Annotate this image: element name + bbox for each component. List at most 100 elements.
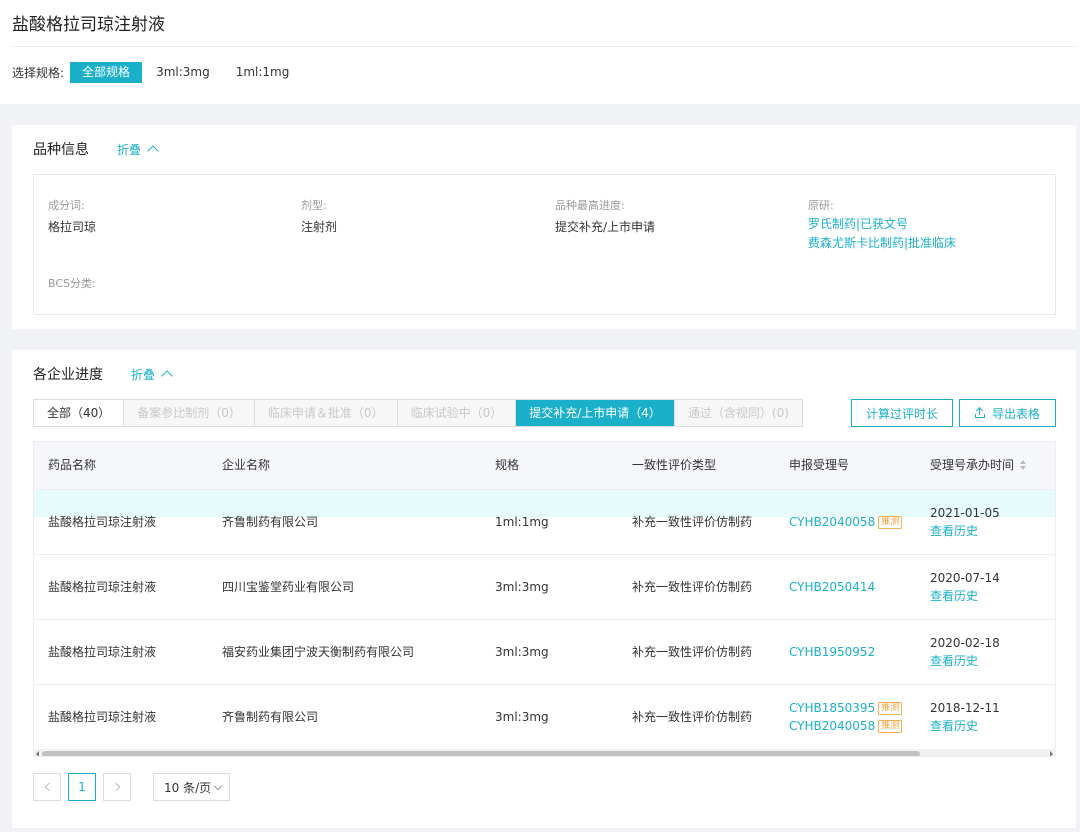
drug-name-cell: 盐酸格拉司琼注射液 bbox=[48, 645, 157, 659]
original-label: 原研: bbox=[808, 199, 834, 212]
calc-duration-button[interactable]: 计算过评时长 bbox=[851, 399, 953, 427]
dosage-value: 注射剂 bbox=[301, 220, 338, 234]
original-field: 原研: 罗氏制药|已获文号 费森尤斯卡比制药|批准临床 bbox=[808, 197, 956, 253]
ref-no-cell: CYHB2040058 推测 bbox=[789, 513, 903, 531]
company-cell: 福安药业集团宁波天衡制药有限公司 bbox=[222, 645, 415, 659]
horizontal-scrollbar[interactable] bbox=[34, 749, 1055, 756]
ref-no-link[interactable]: CYHB2040058 bbox=[789, 515, 875, 529]
company-progress-card: 各企业进度 折叠 全部（40） 备案参比制剂（0） 临床申请＆批准（0） 临床试… bbox=[12, 350, 1076, 828]
status-tabs: 全部（40） 备案参比制剂（0） 临床申请＆批准（0） 临床试验中（0） 提交补… bbox=[33, 399, 803, 427]
tab-clinical-trial[interactable]: 临床试验中（0） bbox=[397, 400, 517, 426]
col-date[interactable]: 受理号承办时间 bbox=[930, 442, 1027, 489]
view-history-link[interactable]: 查看历史 bbox=[930, 652, 1000, 670]
date-cell: 2020-02-18 查看历史 bbox=[930, 634, 1000, 670]
scrollbar-thumb[interactable] bbox=[42, 751, 920, 756]
table-row: 盐酸格拉司琼注射液 齐鲁制药有限公司 1ml:1mg 补充一致性评价仿制药 CY… bbox=[34, 489, 1055, 554]
company-fold-toggle[interactable]: 折叠 bbox=[131, 366, 173, 383]
progress-value: 提交补充/上市申请 bbox=[555, 220, 656, 234]
scroll-left-icon[interactable] bbox=[36, 751, 39, 756]
ref-no-cell: CYHB2050414 bbox=[789, 555, 875, 620]
view-history-link[interactable]: 查看历史 bbox=[930, 522, 1000, 540]
export-button[interactable]: 导出表格 bbox=[959, 399, 1056, 427]
spec-cell: 3ml:3mg bbox=[495, 580, 549, 594]
ref-no-link[interactable]: CYHB1850395 bbox=[789, 701, 875, 715]
spec-option-3ml[interactable]: 3ml:3mg bbox=[144, 62, 222, 83]
variety-fold-toggle[interactable]: 折叠 bbox=[117, 141, 159, 158]
chevron-right-icon bbox=[111, 782, 120, 792]
page-size-select[interactable]: 10 条/页 bbox=[153, 773, 230, 801]
view-history-link[interactable]: 查看历史 bbox=[930, 587, 1000, 605]
eval-type-cell: 补充一致性评价仿制药 bbox=[632, 645, 753, 659]
date-value: 2020-02-18 bbox=[930, 636, 1000, 650]
spec-option-1ml[interactable]: 1ml:1mg bbox=[224, 62, 302, 83]
spec-cell: 3ml:3mg bbox=[495, 645, 549, 659]
eval-type-cell: 补充一致性评价仿制药 bbox=[632, 580, 753, 594]
table-header: 药品名称 企业名称 规格 一致性评价类型 申报受理号 受理号承办时间 bbox=[34, 442, 1055, 489]
divider bbox=[12, 46, 1076, 47]
bcs-field: BCS分类: bbox=[48, 275, 96, 291]
export-label: 导出表格 bbox=[991, 406, 1040, 421]
col-company-name: 企业名称 bbox=[222, 458, 271, 472]
header-section: 盐酸格拉司琼注射液 选择规格: 全部规格 3ml:3mg 1ml:1mg bbox=[0, 0, 1080, 104]
date-cell: 2021-01-05 查看历史 bbox=[930, 504, 1000, 540]
progress-field: 品种最高进度: 提交补充/上市申请 bbox=[555, 197, 655, 235]
fold-label: 折叠 bbox=[131, 367, 156, 382]
date-cell: 2020-07-14 查看历史 bbox=[930, 569, 1000, 605]
variety-info-header: 品种信息 折叠 bbox=[33, 139, 159, 159]
ref-no-cell: CYHB1850395 推测 CYHB2040058 推测 bbox=[789, 699, 903, 735]
chevron-up-icon bbox=[161, 370, 173, 382]
spec-selector: 选择规格: 全部规格 3ml:3mg 1ml:1mg bbox=[12, 62, 303, 83]
table-row: 盐酸格拉司琼注射液 福安药业集团宁波天衡制药有限公司 3ml:3mg 补充一致性… bbox=[34, 619, 1055, 684]
tab-approved[interactable]: 通过（含视同）(0) bbox=[674, 400, 802, 426]
export-icon bbox=[974, 406, 985, 418]
inferred-tag: 推测 bbox=[878, 515, 903, 529]
page-button[interactable]: 1 bbox=[68, 773, 96, 801]
spec-option-all[interactable]: 全部规格 bbox=[70, 62, 143, 83]
original-link-fresenius[interactable]: 费森尤斯卡比制药|批准临床 bbox=[808, 234, 956, 253]
company-progress-title: 各企业进度 bbox=[33, 367, 103, 383]
progress-label: 品种最高进度: bbox=[555, 199, 625, 212]
variety-info-box: 成分词: 格拉司琼 剂型: 注射剂 品种最高进度: 提交补充/上市申请 原研: … bbox=[33, 174, 1056, 315]
sort-icon[interactable] bbox=[1020, 459, 1027, 470]
next-page-button[interactable] bbox=[103, 773, 131, 801]
progress-table: 药品名称 企业名称 规格 一致性评价类型 申报受理号 受理号承办时间 盐酸格拉司… bbox=[33, 441, 1056, 757]
col-ref-no: 申报受理号 bbox=[789, 458, 850, 472]
inferred-tag: 推测 bbox=[878, 701, 903, 715]
ref-no-cell: CYHB1950952 bbox=[789, 620, 875, 685]
ingredient-label: 成分词: bbox=[48, 199, 85, 212]
original-link-roche[interactable]: 罗氏制药|已获文号 bbox=[808, 215, 956, 234]
tab-submitted[interactable]: 提交补充/上市申请（4） bbox=[516, 400, 675, 426]
spec-cell: 1ml:1mg bbox=[495, 515, 549, 529]
view-history-link[interactable]: 查看历史 bbox=[930, 717, 1000, 735]
spec-cell: 3ml:3mg bbox=[495, 710, 549, 724]
dosage-label: 剂型: bbox=[301, 199, 327, 212]
variety-info-title: 品种信息 bbox=[33, 142, 89, 158]
tab-clinical-application[interactable]: 临床申请＆批准（0） bbox=[254, 400, 398, 426]
dosage-field: 剂型: 注射剂 bbox=[301, 197, 337, 235]
col-date-label: 受理号承办时间 bbox=[930, 458, 1015, 472]
prev-page-button[interactable] bbox=[33, 773, 61, 801]
date-value: 2018-12-11 bbox=[930, 701, 1000, 715]
table-row: 盐酸格拉司琼注射液 四川宝鉴堂药业有限公司 3ml:3mg 补充一致性评价仿制药… bbox=[34, 554, 1055, 619]
eval-type-cell: 补充一致性评价仿制药 bbox=[632, 710, 753, 724]
inferred-tag: 推测 bbox=[878, 719, 903, 733]
col-spec: 规格 bbox=[495, 458, 520, 472]
drug-name-cell: 盐酸格拉司琼注射液 bbox=[48, 580, 157, 594]
ref-no-link[interactable]: CYHB2040058 bbox=[789, 719, 875, 733]
chevron-down-icon bbox=[213, 781, 223, 790]
page-title: 盐酸格拉司琼注射液 bbox=[12, 15, 165, 35]
company-cell: 四川宝鉴堂药业有限公司 bbox=[222, 580, 355, 594]
company-progress-header: 各企业进度 折叠 bbox=[33, 364, 173, 384]
ref-no-link[interactable]: CYHB2050414 bbox=[789, 580, 875, 594]
ref-no-link[interactable]: CYHB1950952 bbox=[789, 645, 875, 659]
variety-info-card: 品种信息 折叠 成分词: 格拉司琼 剂型: 注射剂 品种最高进度: 提交补充/上… bbox=[12, 125, 1076, 329]
drug-name-cell: 盐酸格拉司琼注射液 bbox=[48, 710, 157, 724]
date-value: 2020-07-14 bbox=[930, 571, 1000, 585]
drug-name-cell: 盐酸格拉司琼注射液 bbox=[48, 515, 157, 529]
date-cell: 2018-12-11 查看历史 bbox=[930, 699, 1000, 735]
scroll-right-icon[interactable] bbox=[1050, 751, 1053, 756]
tab-reference-filing[interactable]: 备案参比制剂（0） bbox=[124, 400, 255, 426]
tab-all[interactable]: 全部（40） bbox=[34, 400, 125, 426]
company-cell: 齐鲁制药有限公司 bbox=[222, 710, 319, 724]
col-eval-type: 一致性评价类型 bbox=[632, 458, 717, 472]
